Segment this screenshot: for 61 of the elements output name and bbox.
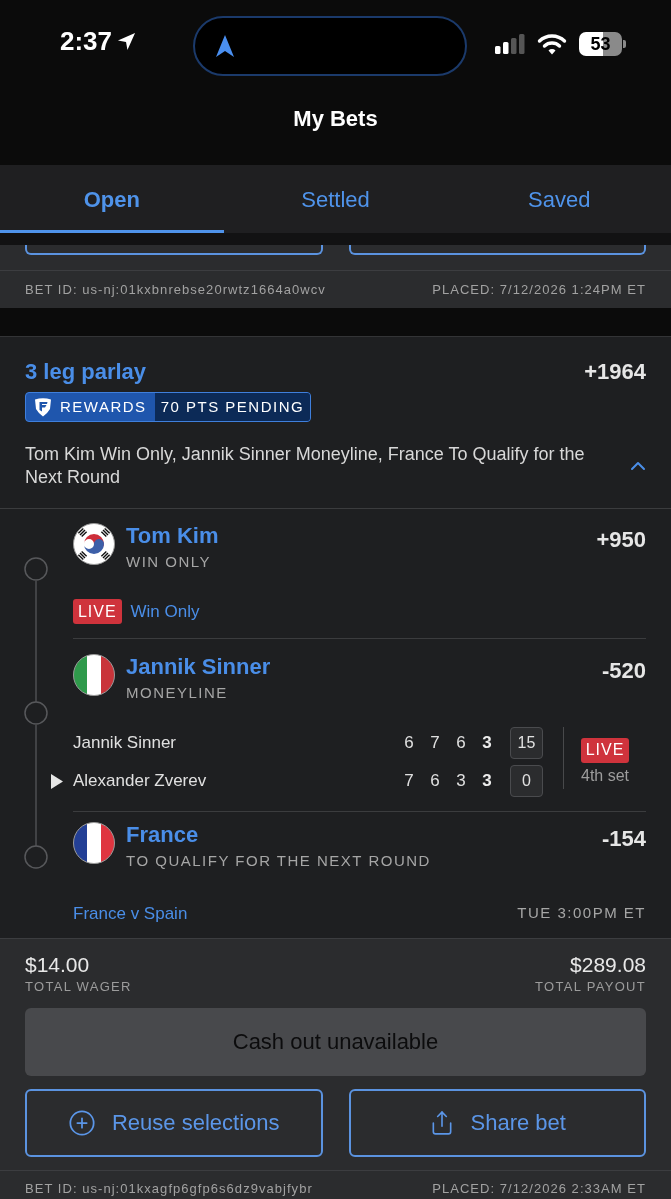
french-flag-icon	[73, 821, 115, 864]
placed-time: PLACED: 7/12/2026 2:33AM ET	[432, 1180, 646, 1199]
bet-summary: Tom Kim Win Only, Jannik Sinner Moneyline, France To Qualify for the Next Round	[25, 443, 586, 489]
set-score: 7	[403, 770, 415, 793]
share-bet-button[interactable]: Share bet	[348, 1088, 646, 1157]
bet-market: TO QUALIFY FOR THE NEXT ROUND	[126, 851, 431, 870]
total-payout-label: TOTAL PAYOUT	[535, 979, 646, 994]
bet-market: MONEYLINE	[126, 683, 228, 702]
total-wager-label: TOTAL WAGER	[25, 979, 132, 994]
event-link[interactable]: France v Spain	[73, 900, 188, 927]
shield-icon	[34, 397, 52, 417]
navigation-arrow-icon	[215, 34, 235, 58]
timeline-node-icon	[24, 557, 48, 581]
bet-id-text: BET ID: us-nj:01kxagfp6gfp6s6dz9vabjfybr	[25, 1180, 313, 1199]
bet-market: WIN ONLY	[126, 553, 212, 571]
player-name: Jannik Sinner	[73, 732, 177, 755]
period-label: 4th set	[581, 765, 629, 786]
page-title: My Bets	[293, 104, 378, 133]
tab[interactable]: Saved	[447, 165, 671, 233]
timeline-node-icon	[24, 701, 48, 725]
battery-indicator: 53	[579, 32, 626, 56]
selection-name[interactable]: Jannik Sinner	[126, 653, 271, 680]
wifi-icon	[537, 33, 567, 55]
leg-odds: -520	[601, 657, 646, 684]
set-score: 6	[455, 732, 467, 755]
event-time: TUE 3:00PM ET	[517, 903, 646, 924]
signal-icon	[495, 34, 525, 54]
italian-flag-icon	[73, 653, 115, 696]
reuse-selections-button[interactable]: Reuse selections	[25, 1088, 323, 1157]
total-payout-amount: $289.08	[570, 952, 646, 977]
set-score: 3	[481, 770, 493, 793]
status-time: 2:37	[60, 25, 113, 58]
player-name: Alexander Zverev	[73, 770, 208, 793]
rewards-label: REWARDS	[60, 396, 147, 417]
parlay-odds: +1964	[584, 357, 646, 386]
total-wager-amount: $14.00	[25, 952, 90, 977]
selection-name[interactable]: France	[126, 821, 199, 848]
timeline-node-icon	[24, 845, 48, 869]
live-badge: LIVE	[580, 737, 630, 763]
set-score: 6	[429, 770, 441, 793]
rewards-points: 70 PTS PENDING	[154, 393, 311, 421]
set-score: 3	[455, 770, 467, 793]
tab[interactable]: Settled	[223, 165, 448, 233]
market-link[interactable]: Win Only	[130, 599, 200, 625]
set-score: 7	[429, 732, 441, 755]
selection-name[interactable]: Tom Kim	[126, 523, 219, 549]
bet-id-text: BET ID: us-nj:01kxbnrebse20rwtz1664a0wcv	[25, 280, 326, 299]
set-score: 3	[481, 732, 493, 755]
leg-odds: -154	[601, 825, 646, 852]
set-score: 6	[403, 732, 415, 755]
cut-off-button[interactable]	[348, 245, 646, 255]
cut-off-button[interactable]	[25, 245, 323, 255]
plus-circle-icon	[67, 1108, 96, 1137]
korean-flag-icon	[73, 523, 115, 565]
location-arrow-icon	[117, 31, 137, 51]
leg-odds: +950	[596, 527, 646, 553]
game-score: 0	[510, 765, 543, 797]
game-score: 15	[510, 727, 543, 759]
parlay-title: 3 leg parlay	[25, 357, 147, 386]
placed-time: PLACED: 7/12/2026 1:24PM ET	[432, 280, 646, 299]
live-badge: LIVE	[73, 599, 122, 625]
